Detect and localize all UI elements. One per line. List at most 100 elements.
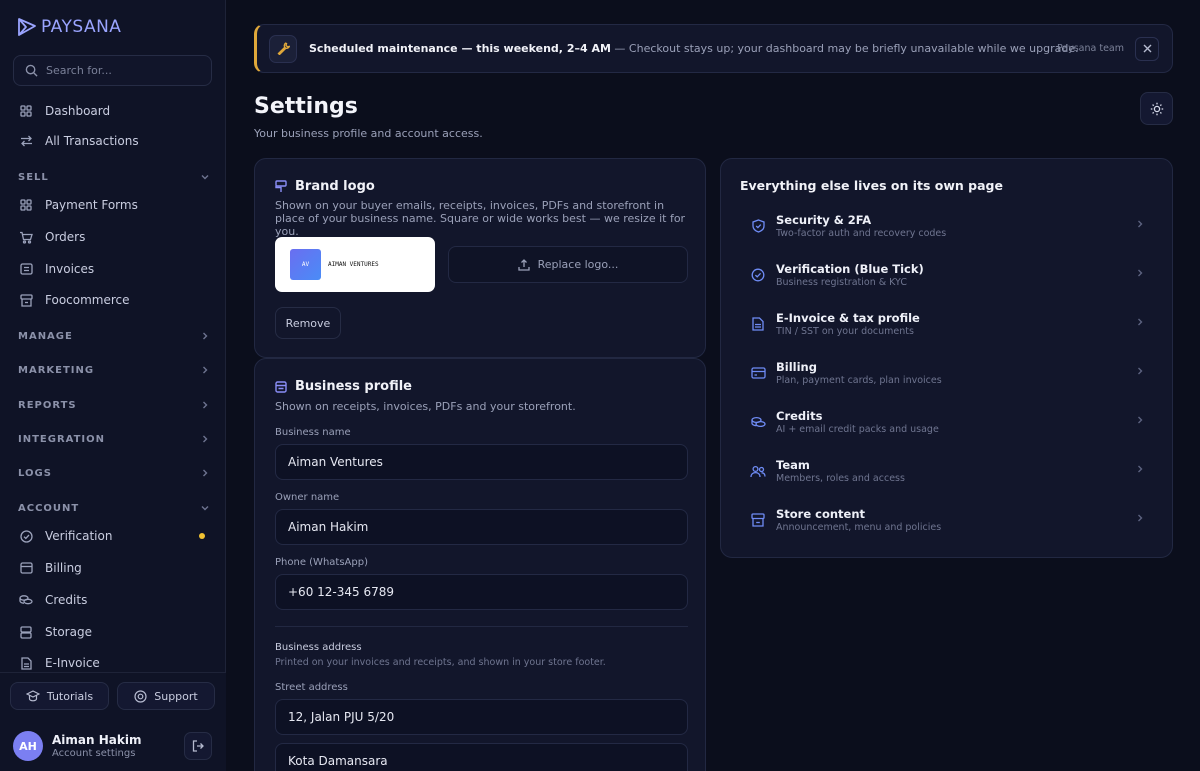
- storefront-icon: [18, 292, 34, 308]
- link-desc: Announcement, menu and policies: [776, 522, 942, 533]
- banner-author: Paysana team: [1056, 43, 1124, 54]
- chevron-right-icon: [200, 468, 210, 478]
- nav-item-payment-forms[interactable]: Payment Forms: [18, 193, 210, 217]
- section-label: INTEGRATION: [18, 433, 106, 445]
- link-store-content[interactable]: Store content Announcement, menu and poli…: [740, 500, 1153, 540]
- invoice-icon: [18, 261, 34, 277]
- chevron-down-icon: [200, 503, 210, 513]
- street-address-label: Street address: [275, 682, 348, 693]
- link-desc: Plan, payment cards, plan invoices: [776, 375, 942, 386]
- city-field[interactable]: [275, 743, 688, 771]
- phone-field[interactable]: [275, 574, 688, 610]
- replace-logo-button[interactable]: Replace logo...: [448, 246, 688, 283]
- section-divider: [275, 626, 688, 627]
- street-address-input[interactable]: [288, 710, 678, 724]
- section-integration[interactable]: INTEGRATION: [18, 429, 210, 449]
- coins-icon: [18, 592, 34, 608]
- user-profile[interactable]: AH Aiman Hakim Account settings: [13, 731, 141, 761]
- section-logs[interactable]: LOGS: [18, 463, 210, 483]
- link-team[interactable]: Team Members, roles and access: [740, 451, 1153, 491]
- tutorials-button[interactable]: Tutorials: [10, 682, 109, 710]
- street-address-field[interactable]: [275, 699, 688, 735]
- nav-label: E-Invoice: [45, 656, 100, 670]
- business-address-description: Printed on your invoices and receipts, a…: [275, 657, 606, 668]
- nav-item-orders[interactable]: Orders: [18, 225, 210, 249]
- chevron-right-icon: [1135, 317, 1145, 327]
- graduation-cap-icon: [25, 690, 40, 702]
- paysana-logo-icon: [16, 16, 38, 38]
- nav-item-billing[interactable]: Billing: [18, 556, 210, 580]
- section-reports[interactable]: REPORTS: [18, 395, 210, 415]
- file-icon: [18, 655, 34, 671]
- link-e-invoice[interactable]: E-Invoice & tax profile TIN / SST on your…: [740, 304, 1153, 344]
- link-desc: Two-factor auth and recovery codes: [776, 228, 947, 239]
- close-icon: [1143, 44, 1152, 53]
- owner-name-field[interactable]: [275, 509, 688, 545]
- logout-button[interactable]: [184, 732, 212, 760]
- nav-item-dashboard[interactable]: Dashboard: [18, 99, 210, 123]
- grid-icon: [18, 103, 34, 119]
- nav-item-credits[interactable]: Credits: [18, 588, 210, 612]
- banner-message: — Checkout stays up; your dashboard may …: [610, 42, 1079, 55]
- section-account[interactable]: ACCOUNT: [18, 498, 210, 518]
- search-input[interactable]: [46, 64, 196, 77]
- section-manage[interactable]: MANAGE: [18, 326, 210, 346]
- chevron-right-icon: [200, 331, 210, 341]
- nav-item-storage[interactable]: Storage: [18, 620, 210, 644]
- search-icon: [25, 64, 38, 77]
- business-name-input[interactable]: [288, 455, 678, 469]
- users-icon: [740, 465, 776, 478]
- nav-item-foocommerce[interactable]: Foocommerce: [18, 288, 210, 312]
- owner-name-input[interactable]: [288, 520, 678, 534]
- theme-toggle-button[interactable]: [1140, 92, 1173, 125]
- city-input[interactable]: [288, 754, 678, 768]
- business-profile-description: Shown on receipts, invoices, PDFs and yo…: [275, 400, 576, 413]
- notification-dot: [199, 533, 205, 539]
- brand-logo-card: Brand logo Shown on your buyer emails, r…: [254, 158, 706, 358]
- link-credits[interactable]: Credits AI + email credit packs and usage: [740, 402, 1153, 442]
- owner-name-label: Owner name: [275, 492, 340, 503]
- grid-icon: [18, 197, 34, 213]
- phone-label: Phone (WhatsApp): [275, 557, 368, 568]
- brand-logo-title: Brand logo: [295, 179, 375, 194]
- section-label: REPORTS: [18, 399, 77, 411]
- nav-item-verification[interactable]: Verification: [18, 524, 210, 548]
- credit-card-icon: [18, 560, 34, 576]
- user-subtitle: Account settings: [52, 748, 136, 759]
- tutorials-label: Tutorials: [46, 689, 94, 703]
- remove-logo-button[interactable]: Remove: [275, 307, 341, 339]
- link-desc: TIN / SST on your documents: [776, 326, 914, 337]
- business-name-field[interactable]: [275, 444, 688, 480]
- sidebar: PAYSANA Dashboard All Transactions SELL …: [0, 0, 226, 771]
- support-button[interactable]: Support: [117, 682, 215, 710]
- link-title: Billing: [776, 360, 817, 374]
- banner-close-button[interactable]: [1135, 36, 1159, 61]
- chevron-right-icon: [200, 365, 210, 375]
- link-security[interactable]: Security & 2FA Two-factor auth and recove…: [740, 206, 1153, 246]
- nav-label: Invoices: [45, 262, 95, 276]
- swap-arrows-icon: [18, 133, 34, 149]
- brand-logo-description: Shown on your buyer emails, receipts, in…: [275, 199, 686, 238]
- link-title: Store content: [776, 507, 866, 521]
- nav-item-invoices[interactable]: Invoices: [18, 257, 210, 281]
- link-title: Team: [776, 458, 810, 472]
- logout-icon: [192, 740, 204, 752]
- phone-input[interactable]: [288, 585, 678, 599]
- link-title: Security & 2FA: [776, 213, 872, 227]
- search-box[interactable]: [13, 55, 212, 86]
- chevron-right-icon: [200, 434, 210, 444]
- section-marketing[interactable]: MARKETING: [18, 360, 210, 380]
- badge-check-icon: [18, 528, 34, 544]
- business-name-label: Business name: [275, 427, 351, 438]
- brand-logo[interactable]: PAYSANA: [16, 16, 121, 38]
- section-sell[interactable]: SELL: [18, 167, 210, 187]
- logo-text: AIMAN VENTURES: [328, 260, 379, 268]
- nav-label: Foocommerce: [45, 293, 130, 307]
- shield-icon: [740, 219, 776, 233]
- link-title: Credits: [776, 409, 823, 423]
- link-verification[interactable]: Verification (Blue Tick) Business registr…: [740, 255, 1153, 295]
- nav-item-all-transactions[interactable]: All Transactions: [18, 129, 210, 153]
- chevron-right-icon: [1135, 366, 1145, 376]
- link-billing[interactable]: Billing Plan, payment cards, plan invoice…: [740, 353, 1153, 393]
- card-title: Business profile: [275, 379, 412, 394]
